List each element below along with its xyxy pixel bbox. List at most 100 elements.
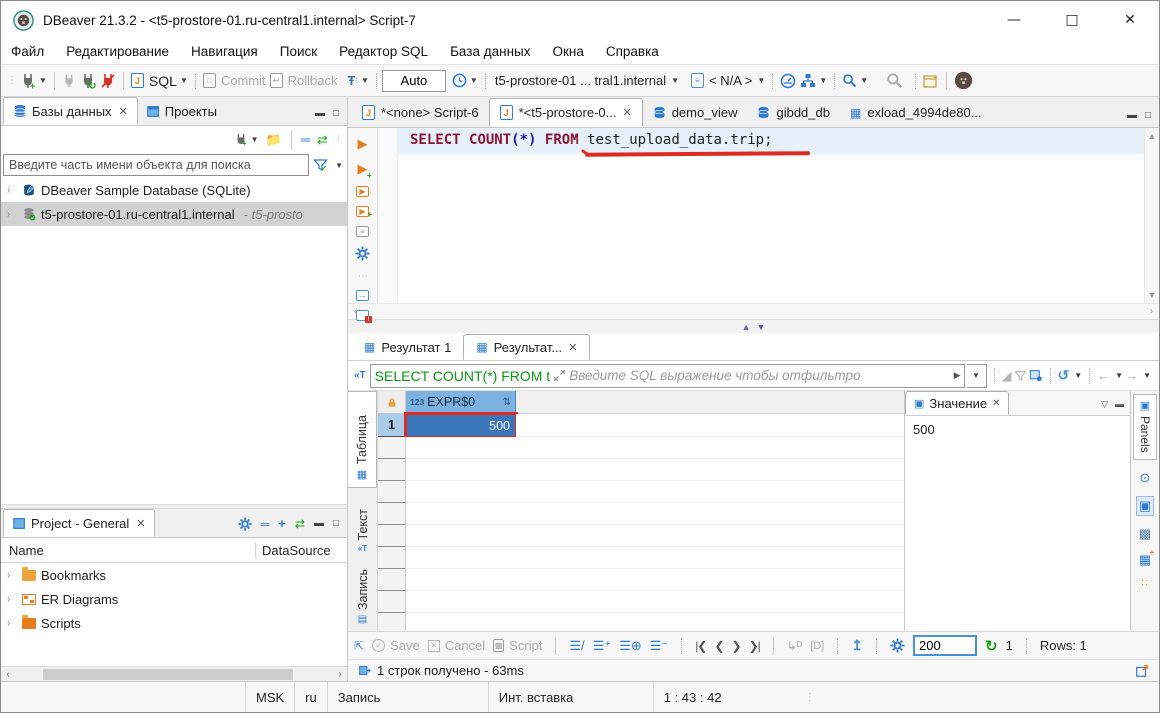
minimize-panel-icon[interactable]: ▬ (315, 108, 325, 119)
menu-help[interactable]: Справка (606, 44, 659, 59)
tab-value[interactable]: ▣ Значение ✕ (905, 391, 1009, 415)
menu-database[interactable]: База данных (450, 44, 530, 59)
maximize-panel-icon[interactable]: □ (1145, 110, 1151, 121)
filter-settings-icon[interactable] (1029, 369, 1043, 382)
editor-hscrollbar[interactable]: ‹ › (348, 303, 1159, 319)
collapse-all-icon[interactable]: ═ (261, 517, 270, 531)
prev-row-icon[interactable]: ❮ (714, 639, 723, 653)
tree-item-sample-db[interactable]: › DBeaver Sample Database (SQLite) (1, 178, 347, 202)
column-header-expr0[interactable]: 123 EXPR$0 ⇅ (406, 391, 516, 414)
object-search-input[interactable] (3, 154, 309, 176)
active-schema-combo[interactable]: ≡ < N/A > ▼ (689, 73, 767, 88)
delete-row-icon[interactable]: ☰⁻ (650, 638, 669, 654)
menu-windows[interactable]: Окна (552, 44, 583, 59)
metadata-grid-icon[interactable]: ▦+ (1139, 552, 1151, 568)
scroll-left-icon[interactable]: ‹ (1, 669, 15, 680)
new-connection-button[interactable]: + ▼ (18, 73, 49, 89)
sort-filter-icon[interactable]: ⇅ (503, 397, 511, 408)
side-tab-grid[interactable]: Таблица ▦ (348, 391, 377, 488)
edit-value-icon[interactable]: ☰/ (569, 638, 584, 654)
expand-chevron-icon[interactable]: › (7, 594, 17, 605)
scroll-right-icon[interactable]: › (333, 669, 347, 680)
maximize-panel-icon[interactable]: □ (333, 108, 339, 119)
tab-result-1[interactable]: ▦ Результат 1 (352, 334, 463, 360)
grouping-icon[interactable]: ⊙ (1140, 470, 1151, 486)
tab-projects[interactable]: Проекты (138, 97, 226, 125)
execute-script-new-icon[interactable]: ▶+ (356, 206, 369, 217)
menu-file[interactable]: Файл (11, 44, 44, 59)
tree-item-t5-prostore[interactable]: › ✓ t5-prostore-01.ru-central1.internal … (1, 202, 347, 226)
link-with-editor-icon[interactable]: ⇄ (317, 132, 328, 148)
script-button[interactable]: ▩ Script (493, 638, 542, 653)
menu-search[interactable]: Поиск (280, 44, 317, 59)
close-icon[interactable]: ✕ (622, 106, 631, 119)
minimize-panel-icon[interactable]: ▬ (1115, 399, 1124, 410)
filter-input-placeholder[interactable]: Введите SQL выражение чтобы отфильтро (565, 368, 953, 383)
expand-chevron-icon[interactable]: › (7, 618, 17, 629)
refresh-icon[interactable]: ↺ (1058, 367, 1070, 384)
collapse-down-icon[interactable]: ▼ (757, 322, 766, 332)
value-view-icon[interactable]: ▣ (1136, 496, 1154, 516)
export-result-icon[interactable]: → (356, 290, 369, 301)
new-folder-button[interactable]: 📁 (266, 132, 282, 148)
transaction-mode-button[interactable]: Ŧ⁝ ▼ (346, 73, 371, 88)
gear-icon[interactable] (238, 517, 252, 531)
disconnect-button[interactable] (98, 73, 118, 89)
panels-toggle-button[interactable]: ▣ Panels (1133, 394, 1157, 460)
cancel-button[interactable]: ✕ Cancel (428, 638, 485, 653)
editor-results-splitter[interactable]: ▲ ▼ (348, 319, 1159, 333)
gear-icon[interactable] (890, 638, 905, 653)
reconnect-button[interactable]: ↻ (78, 73, 98, 89)
unsaved-doc-icon[interactable]: ! (356, 310, 369, 321)
execute-script-icon[interactable]: ▶ (356, 186, 369, 197)
explain-plan-icon[interactable]: ≡ (356, 226, 369, 237)
refetch-icon[interactable]: ↻ (985, 637, 998, 655)
editor-vscrollbar[interactable]: ▲ ▼ (1144, 128, 1159, 303)
value-panel-content[interactable]: 500 (905, 416, 1130, 631)
tab-exload[interactable]: ▦ exload_4994de80... (840, 98, 992, 127)
close-icon[interactable]: ✕ (119, 105, 128, 118)
scroll-down-icon[interactable]: ▼ (1148, 290, 1157, 300)
commit-mode-field[interactable] (382, 70, 446, 92)
duplicate-row-icon[interactable]: ☰⊕ (619, 638, 642, 654)
tab-gibdd-db[interactable]: gibdd_db (747, 98, 840, 127)
scrollbar-thumb[interactable] (43, 669, 293, 680)
tab-project-general[interactable]: Project - General ✕ (3, 509, 155, 537)
menu-navigation[interactable]: Навигация (191, 44, 258, 59)
tab-databases[interactable]: Базы данных ✕ (3, 97, 138, 125)
link-with-editor-icon[interactable]: ⇄ (295, 517, 305, 531)
close-icon[interactable]: ✕ (568, 341, 577, 354)
row-number-cell[interactable]: 1 (378, 414, 406, 437)
language-label[interactable]: ru (295, 682, 328, 712)
maximize-results-icon[interactable] (1135, 664, 1149, 678)
tab-script-7-active[interactable]: J *<t5-prostore-0... ✕ (489, 98, 643, 127)
menu-edit[interactable]: Редактирование (66, 44, 169, 59)
selected-value-cell[interactable]: 500 (406, 414, 516, 437)
grid-empty-area[interactable] (378, 437, 904, 631)
connect-button[interactable] (60, 73, 78, 89)
close-icon[interactable]: ✕ (136, 517, 145, 530)
save-button[interactable]: ✓ Save (372, 638, 420, 653)
tree-item-er-diagrams[interactable]: › ER Diagrams (1, 587, 347, 611)
fetch-size-input[interactable] (913, 635, 977, 656)
minimize-button[interactable]: — (985, 1, 1043, 39)
tab-demo-view[interactable]: demo_view (643, 98, 748, 127)
active-connection-combo[interactable]: t5-prostore-01 ... tral1.internal ▼ (491, 73, 681, 88)
new-tab-corner-icon[interactable]: ⇱ (354, 639, 364, 653)
column-header-datasource[interactable]: DataSource (255, 543, 347, 558)
tab-script-6[interactable]: J *<none> Script-6 (352, 98, 489, 127)
expand-all-icon[interactable]: + (278, 516, 286, 531)
filter-more-icon[interactable]: ▶ (954, 370, 964, 381)
commit-button[interactable]: □ Commit (201, 73, 268, 88)
open-view-button[interactable]: + (921, 73, 941, 89)
expand-chevron-icon[interactable]: › (7, 209, 17, 220)
view-menu-handle[interactable]: ⁝ (337, 134, 339, 145)
minimize-panel-icon[interactable]: ▬ (314, 518, 324, 529)
column-header-name[interactable]: Name (1, 543, 255, 558)
project-hscrollbar[interactable]: ‹ › (1, 666, 347, 681)
export-icon[interactable]: ↥ (851, 637, 863, 654)
next-row-icon[interactable]: ❯ (732, 639, 741, 653)
caret-position-label[interactable]: 1 : 43 : 42 (653, 682, 803, 712)
sql-editor-content[interactable]: SELECT COUNT(*) FROM test_upload_data.tr… (378, 128, 1144, 303)
collapse-all-icon[interactable]: ═ (301, 132, 310, 147)
